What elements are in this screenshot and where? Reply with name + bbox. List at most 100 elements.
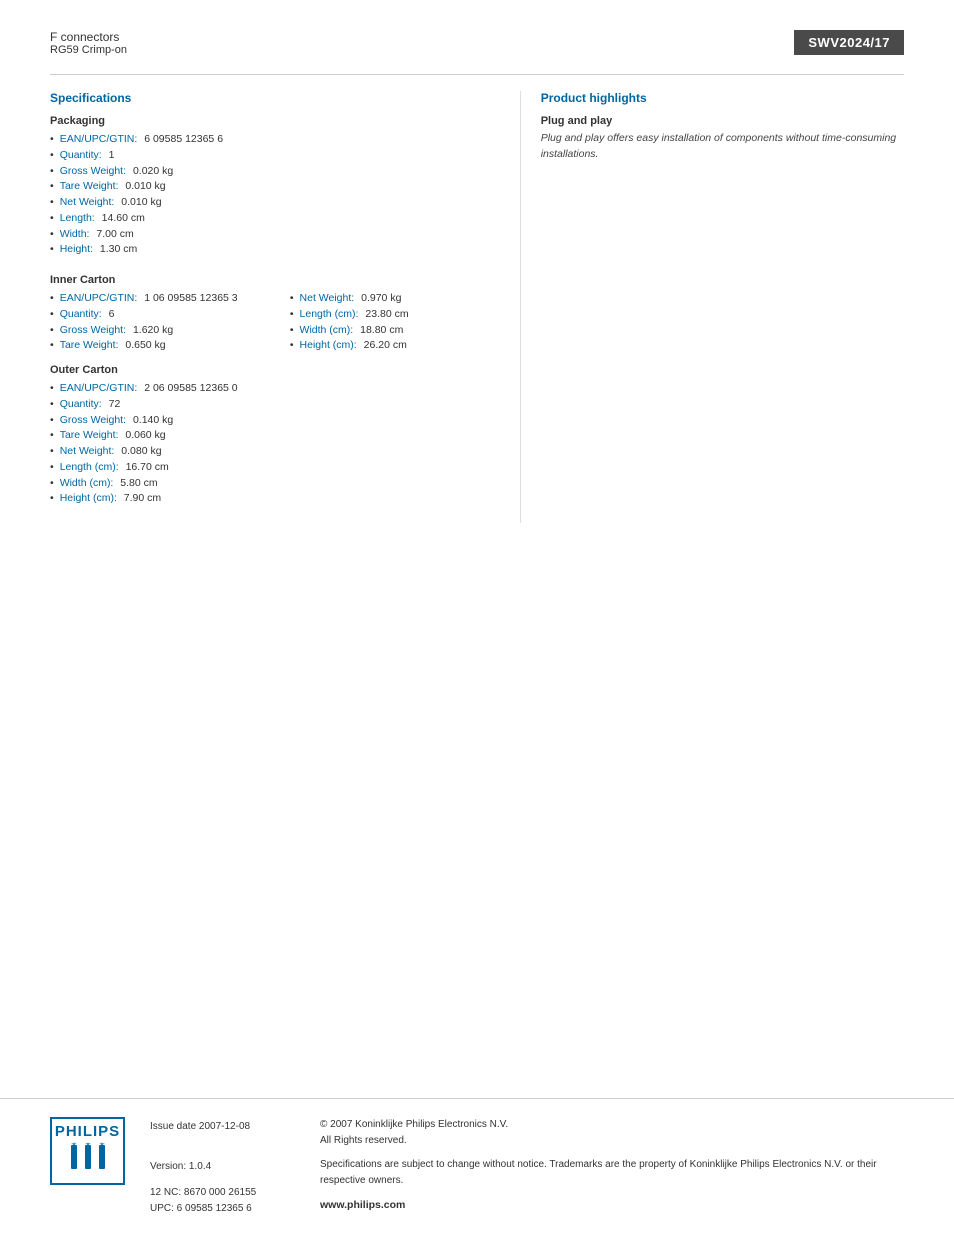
- list-item: Height: 1.30 cm: [50, 242, 500, 258]
- spec-value: 16.70 cm: [126, 460, 169, 476]
- philips-logo-text: PHILIPS: [55, 1123, 120, 1140]
- spec-value: 0.060 kg: [125, 428, 165, 444]
- highlight-title: Plug and play: [541, 115, 904, 127]
- outer-carton-title: Outer Carton: [50, 364, 500, 376]
- list-item: Net Weight: 0.080 kg: [50, 444, 500, 460]
- main-content: Specifications Packaging EAN/UPC/GTIN: 6…: [50, 91, 904, 523]
- issue-date-label: Issue date 2007-12-08: [150, 1117, 290, 1137]
- spec-label: Height (cm):: [60, 491, 117, 507]
- specifications-heading: Specifications: [50, 91, 500, 105]
- model-badge: SWV2024/17: [794, 30, 904, 55]
- spec-value: 18.80 cm: [360, 323, 403, 339]
- list-item: Height (cm): 7.90 cm: [50, 491, 500, 507]
- spec-label: Quantity:: [60, 148, 102, 164]
- highlights-column: Product highlights Plug and play Plug an…: [520, 91, 904, 523]
- philips-logo-emblem: [63, 1140, 113, 1179]
- packaging-section: Packaging EAN/UPC/GTIN: 6 09585 12365 6 …: [50, 115, 500, 258]
- nc-label: 12 NC: 8670 000 26155: [150, 1185, 290, 1201]
- upc-label: UPC: 6 09585 12365 6: [150, 1201, 290, 1217]
- spec-value: 1.620 kg: [133, 323, 173, 339]
- spec-label: Height:: [60, 242, 93, 258]
- list-item: EAN/UPC/GTIN: 2 06 09585 12365 0: [50, 381, 500, 397]
- page-container: F connectors RG59 Crimp-on SWV2024/17 Sp…: [0, 0, 954, 1235]
- spec-label: Gross Weight:: [60, 164, 126, 180]
- footer-website: www.philips.com: [320, 1197, 904, 1214]
- highlight-plug-and-play: Plug and play Plug and play offers easy …: [541, 115, 904, 163]
- header-divider: [50, 74, 904, 75]
- spec-value: 5.80 cm: [120, 476, 157, 492]
- list-item: Tare Weight: 0.650 kg: [50, 338, 260, 354]
- version-label: Version: 1.0.4: [150, 1157, 290, 1177]
- philips-shield-icon: [63, 1140, 113, 1175]
- spec-value: 0.140 kg: [133, 413, 173, 429]
- spec-value: 0.080 kg: [121, 444, 161, 460]
- outer-carton-section: Outer Carton EAN/UPC/GTIN: 2 06 09585 12…: [50, 364, 500, 507]
- list-item: Tare Weight: 0.010 kg: [50, 179, 500, 195]
- footer: PHILIPS: [0, 1098, 954, 1235]
- spec-label: Net Weight:: [60, 444, 115, 460]
- list-item: EAN/UPC/GTIN: 1 06 09585 12365 3: [50, 291, 260, 307]
- spec-value: 0.010 kg: [121, 195, 161, 211]
- spec-value: 2 06 09585 12365 0: [144, 381, 237, 397]
- spec-value: 1 06 09585 12365 3: [144, 291, 237, 307]
- spec-value: 1: [109, 148, 115, 164]
- list-item: Length: 14.60 cm: [50, 211, 500, 227]
- list-item: EAN/UPC/GTIN: 6 09585 12365 6: [50, 132, 500, 148]
- spec-value: 7.90 cm: [124, 491, 161, 507]
- spec-value: 23.80 cm: [365, 307, 408, 323]
- spec-value: 0.650 kg: [125, 338, 165, 354]
- footer-left: Issue date 2007-12-08 Version: 1.0.4 12 …: [150, 1117, 290, 1217]
- specifications-column: Specifications Packaging EAN/UPC/GTIN: 6…: [50, 91, 520, 523]
- spec-value: 0.020 kg: [133, 164, 173, 180]
- list-item: Length (cm): 23.80 cm: [290, 307, 500, 323]
- spec-label: Quantity:: [60, 397, 102, 413]
- footer-right: © 2007 Koninklijke Philips Electronics N…: [320, 1117, 904, 1217]
- list-item: Tare Weight: 0.060 kg: [50, 428, 500, 444]
- rights-text: All Rights reserved.: [320, 1135, 407, 1146]
- spec-label: Width (cm):: [300, 323, 354, 339]
- list-item: Height (cm): 26.20 cm: [290, 338, 500, 354]
- spec-value: 1.30 cm: [100, 242, 137, 258]
- inner-carton-right: Net Weight: 0.970 kg Length (cm): 23.80 …: [290, 274, 500, 354]
- spec-label: Net Weight:: [60, 195, 115, 211]
- spec-label: Width (cm):: [60, 476, 114, 492]
- spec-label: Length:: [60, 211, 95, 227]
- spec-label: Quantity:: [60, 307, 102, 323]
- highlights-heading: Product highlights: [541, 91, 904, 105]
- footer-legal: Specifications are subject to change wit…: [320, 1157, 904, 1189]
- spec-value: 0.010 kg: [125, 179, 165, 195]
- outer-carton-list: EAN/UPC/GTIN: 2 06 09585 12365 0 Quantit…: [50, 381, 500, 507]
- inner-carton-list: EAN/UPC/GTIN: 1 06 09585 12365 3 Quantit…: [50, 291, 260, 354]
- spec-label: Gross Weight:: [60, 323, 126, 339]
- list-item: Width: 7.00 cm: [50, 227, 500, 243]
- list-item: Net Weight: 0.970 kg: [290, 291, 500, 307]
- product-subtitle: RG59 Crimp-on: [50, 44, 794, 56]
- list-item: Quantity: 72: [50, 397, 500, 413]
- spec-label: Width:: [60, 227, 90, 243]
- spec-value: 26.20 cm: [364, 338, 407, 354]
- highlight-description: Plug and play offers easy installation o…: [541, 131, 904, 163]
- spec-label: Tare Weight:: [60, 338, 119, 354]
- list-item: Quantity: 1: [50, 148, 500, 164]
- packaging-title: Packaging: [50, 115, 500, 127]
- philips-logo: PHILIPS: [50, 1117, 125, 1185]
- spec-label: EAN/UPC/GTIN:: [60, 381, 138, 397]
- spec-value: 6 09585 12365 6: [144, 132, 223, 148]
- list-item: Width (cm): 5.80 cm: [50, 476, 500, 492]
- footer-info: Issue date 2007-12-08 Version: 1.0.4 12 …: [150, 1117, 904, 1217]
- list-item: Net Weight: 0.010 kg: [50, 195, 500, 211]
- spec-value: 14.60 cm: [102, 211, 145, 227]
- inner-carton-right-list: Net Weight: 0.970 kg Length (cm): 23.80 …: [290, 291, 500, 354]
- spec-label: Net Weight:: [300, 291, 355, 307]
- list-item: Length (cm): 16.70 cm: [50, 460, 500, 476]
- spec-value: 72: [109, 397, 121, 413]
- copyright-text: © 2007 Koninklijke Philips Electronics N…: [320, 1119, 508, 1130]
- philips-logo-area: PHILIPS: [50, 1117, 130, 1185]
- spec-label: EAN/UPC/GTIN:: [60, 291, 138, 307]
- spec-label: Length (cm):: [60, 460, 119, 476]
- list-item: Gross Weight: 0.140 kg: [50, 413, 500, 429]
- spec-label: Tare Weight:: [60, 428, 119, 444]
- inner-carton-left: Inner Carton EAN/UPC/GTIN: 1 06 09585 12…: [50, 274, 260, 354]
- spec-label: Length (cm):: [300, 307, 359, 323]
- spec-value: 6: [109, 307, 115, 323]
